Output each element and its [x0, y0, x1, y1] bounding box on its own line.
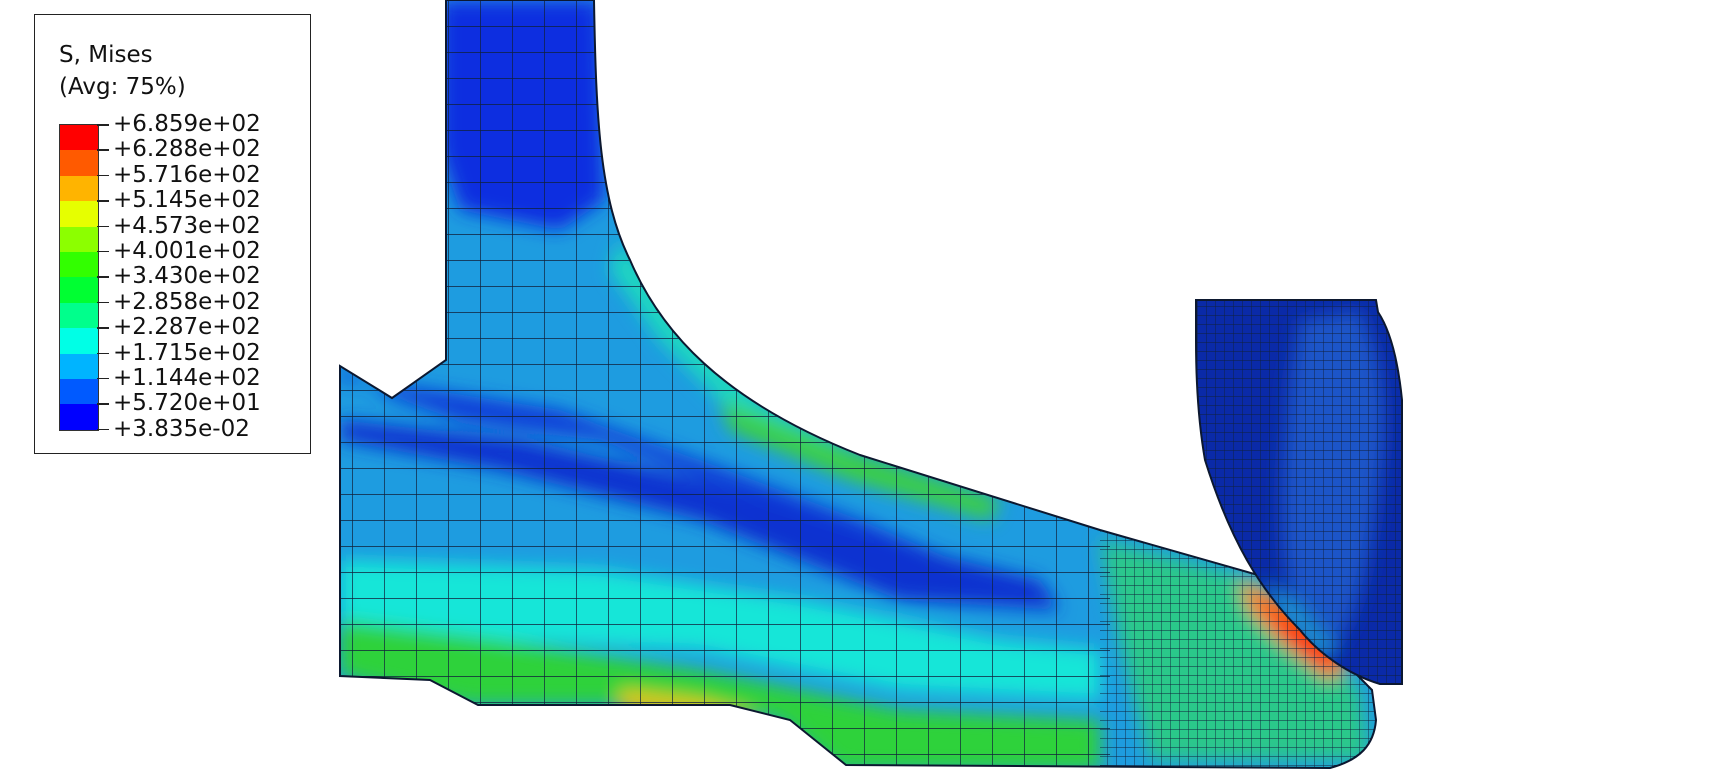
fem-model-view [339, 0, 1403, 770]
